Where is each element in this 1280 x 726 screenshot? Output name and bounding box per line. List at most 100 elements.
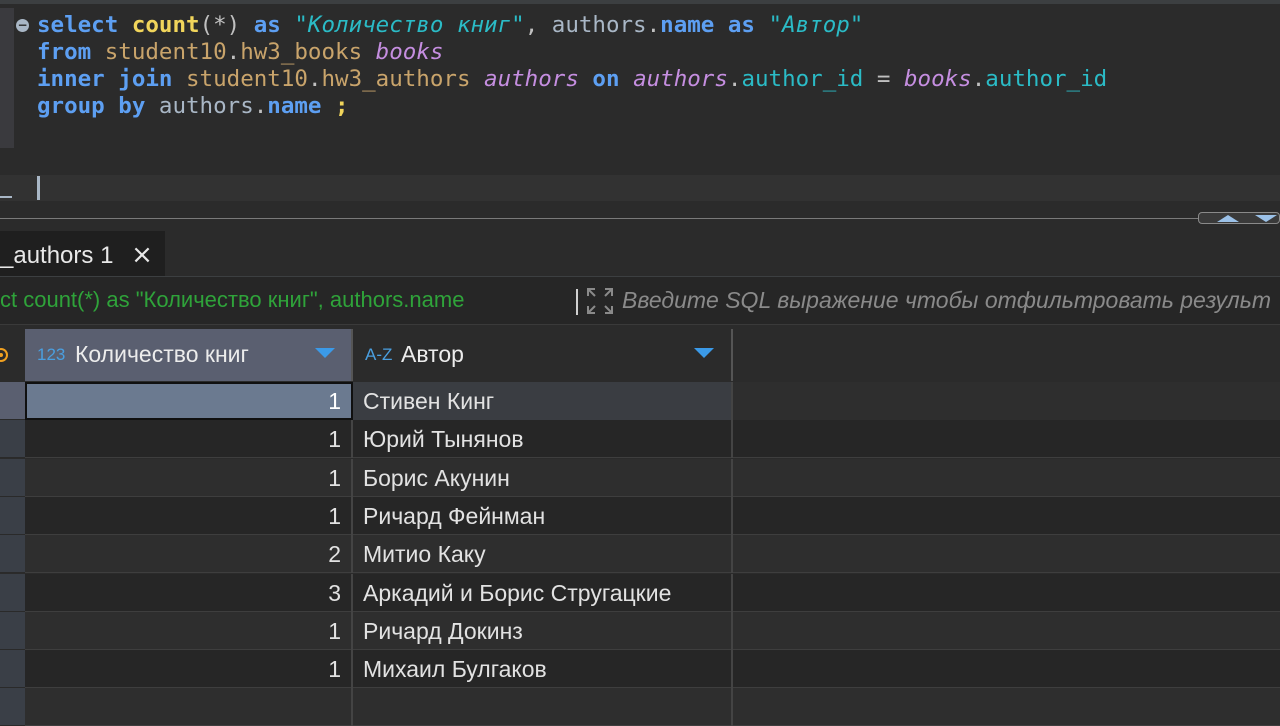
row-header[interactable] [0, 650, 25, 688]
code-token: name [660, 12, 715, 38]
cell-author[interactable]: Стивен Кинг [353, 382, 733, 420]
code-token: authors [633, 66, 728, 92]
code-token: . [727, 66, 742, 92]
cell-count[interactable]: 1 [25, 420, 353, 458]
code-token: as [727, 12, 755, 38]
cell-author[interactable]: Борис Акунин [353, 459, 733, 497]
code-line[interactable]: from student10.hw3_books books [37, 39, 1107, 66]
cell-count[interactable]: 1 [25, 612, 353, 650]
splitter-line [0, 218, 1198, 219]
code-line[interactable]: select count(*) as "Количество книг", au… [37, 12, 1107, 39]
table-row[interactable]: 2 Митио Каку [25, 535, 1280, 573]
code-token: group [37, 93, 105, 119]
row-header[interactable] [0, 535, 25, 573]
cell-empty [733, 459, 1280, 497]
chevron-up-icon [1217, 215, 1239, 222]
cell-author[interactable]: Аркадий и Борис Стругацкие [353, 574, 733, 612]
cell-count[interactable]: 3 [25, 574, 353, 612]
table-row[interactable]: 1 Михаил Булгаков [25, 650, 1280, 688]
cell-author[interactable] [353, 688, 733, 726]
row-header[interactable] [0, 382, 25, 420]
cell-empty [733, 688, 1280, 726]
table-row[interactable]: 1 Борис Акунин [25, 459, 1280, 497]
code-line[interactable]: group by authors.name ; [37, 93, 1107, 120]
results-tab-bar: _authors 1 × [0, 226, 1280, 277]
cell-author[interactable]: Ричард Докинз [353, 612, 733, 650]
results-grid: 123 Количество книг A-Z Автор 1 Стивен Ки… [0, 325, 1280, 726]
code-token: inner [37, 66, 105, 92]
tab-results-authors[interactable]: _authors 1 × [0, 231, 165, 276]
code-token: (*) [199, 12, 241, 38]
sort-dropdown-icon[interactable] [315, 348, 335, 358]
code-token: . [253, 93, 268, 119]
row-header[interactable] [0, 420, 25, 458]
close-icon[interactable]: × [131, 242, 153, 268]
row-header[interactable] [0, 459, 25, 497]
panel-splitter[interactable] [0, 212, 1280, 226]
table-row[interactable]: 1 Ричард Докинз [25, 612, 1280, 650]
separator [576, 289, 578, 315]
row-header[interactable] [0, 574, 25, 612]
code-token: on [592, 66, 620, 92]
code-token: student10 [186, 66, 308, 92]
row-header[interactable] [0, 612, 25, 650]
row-header[interactable] [0, 688, 25, 726]
cell-count[interactable]: 1 [25, 650, 353, 688]
cell-count[interactable]: 2 [25, 535, 353, 573]
code-token: author_id [985, 66, 1108, 92]
cell-author[interactable]: Юрий Тынянов [353, 420, 733, 458]
code-token: authors [158, 93, 254, 119]
record-icon [0, 348, 8, 362]
code-token: ; [335, 93, 349, 119]
cell-count[interactable]: 1 [25, 382, 353, 420]
grid-corner[interactable] [0, 329, 25, 381]
table-row[interactable]: 1 Стивен Кинг [25, 382, 1280, 420]
code-token: . [646, 12, 661, 38]
row-header[interactable] [0, 497, 25, 535]
maximize-restore-panels-button[interactable] [1198, 212, 1280, 224]
cell-empty [733, 382, 1280, 420]
cell-count[interactable]: 1 [25, 459, 353, 497]
sql-code[interactable]: select count(*) as "Количество книг", au… [37, 12, 1107, 120]
expand-icon[interactable] [586, 287, 614, 315]
editor-gutter [0, 8, 14, 148]
collapse-icon[interactable]: − [16, 19, 29, 32]
table-row[interactable] [25, 688, 1280, 726]
code-line[interactable]: inner join student10.hw3_authors authors… [37, 66, 1107, 93]
column-header-author[interactable]: A-Z Автор [353, 329, 733, 381]
cell-author[interactable]: Ричард Фейнман [353, 497, 733, 535]
column-header-count[interactable]: 123 Количество книг [25, 329, 353, 381]
code-token: books [375, 39, 444, 65]
code-token: student10 [104, 39, 227, 65]
cell-empty [733, 420, 1280, 458]
cell-author[interactable]: Митио Каку [353, 535, 733, 573]
sql-editor[interactable]: − select count(*) as "Количество книг", … [0, 0, 1280, 212]
code-token: "Автор" [768, 12, 864, 38]
code-token: . [226, 39, 241, 65]
sort-dropdown-icon[interactable] [694, 348, 714, 358]
cell-count[interactable] [25, 688, 353, 726]
cell-count[interactable]: 1 [25, 497, 353, 535]
column-header-label: Количество книг [75, 341, 249, 367]
code-token: authors [484, 66, 579, 92]
cell-empty [733, 535, 1280, 573]
code-token: authors [551, 12, 647, 38]
cell-author[interactable]: Михаил Булгаков [353, 650, 733, 688]
table-row[interactable]: 3 Аркадий и Борис Стругацкие [25, 574, 1280, 612]
current-line-marker [0, 196, 12, 198]
code-token: = [863, 66, 904, 92]
table-row[interactable]: 1 Юрий Тынянов [25, 420, 1280, 458]
code-token: name [267, 93, 322, 119]
table-row[interactable]: 1 Ричард Фейнман [25, 497, 1280, 535]
filter-input[interactable] [622, 285, 1280, 315]
